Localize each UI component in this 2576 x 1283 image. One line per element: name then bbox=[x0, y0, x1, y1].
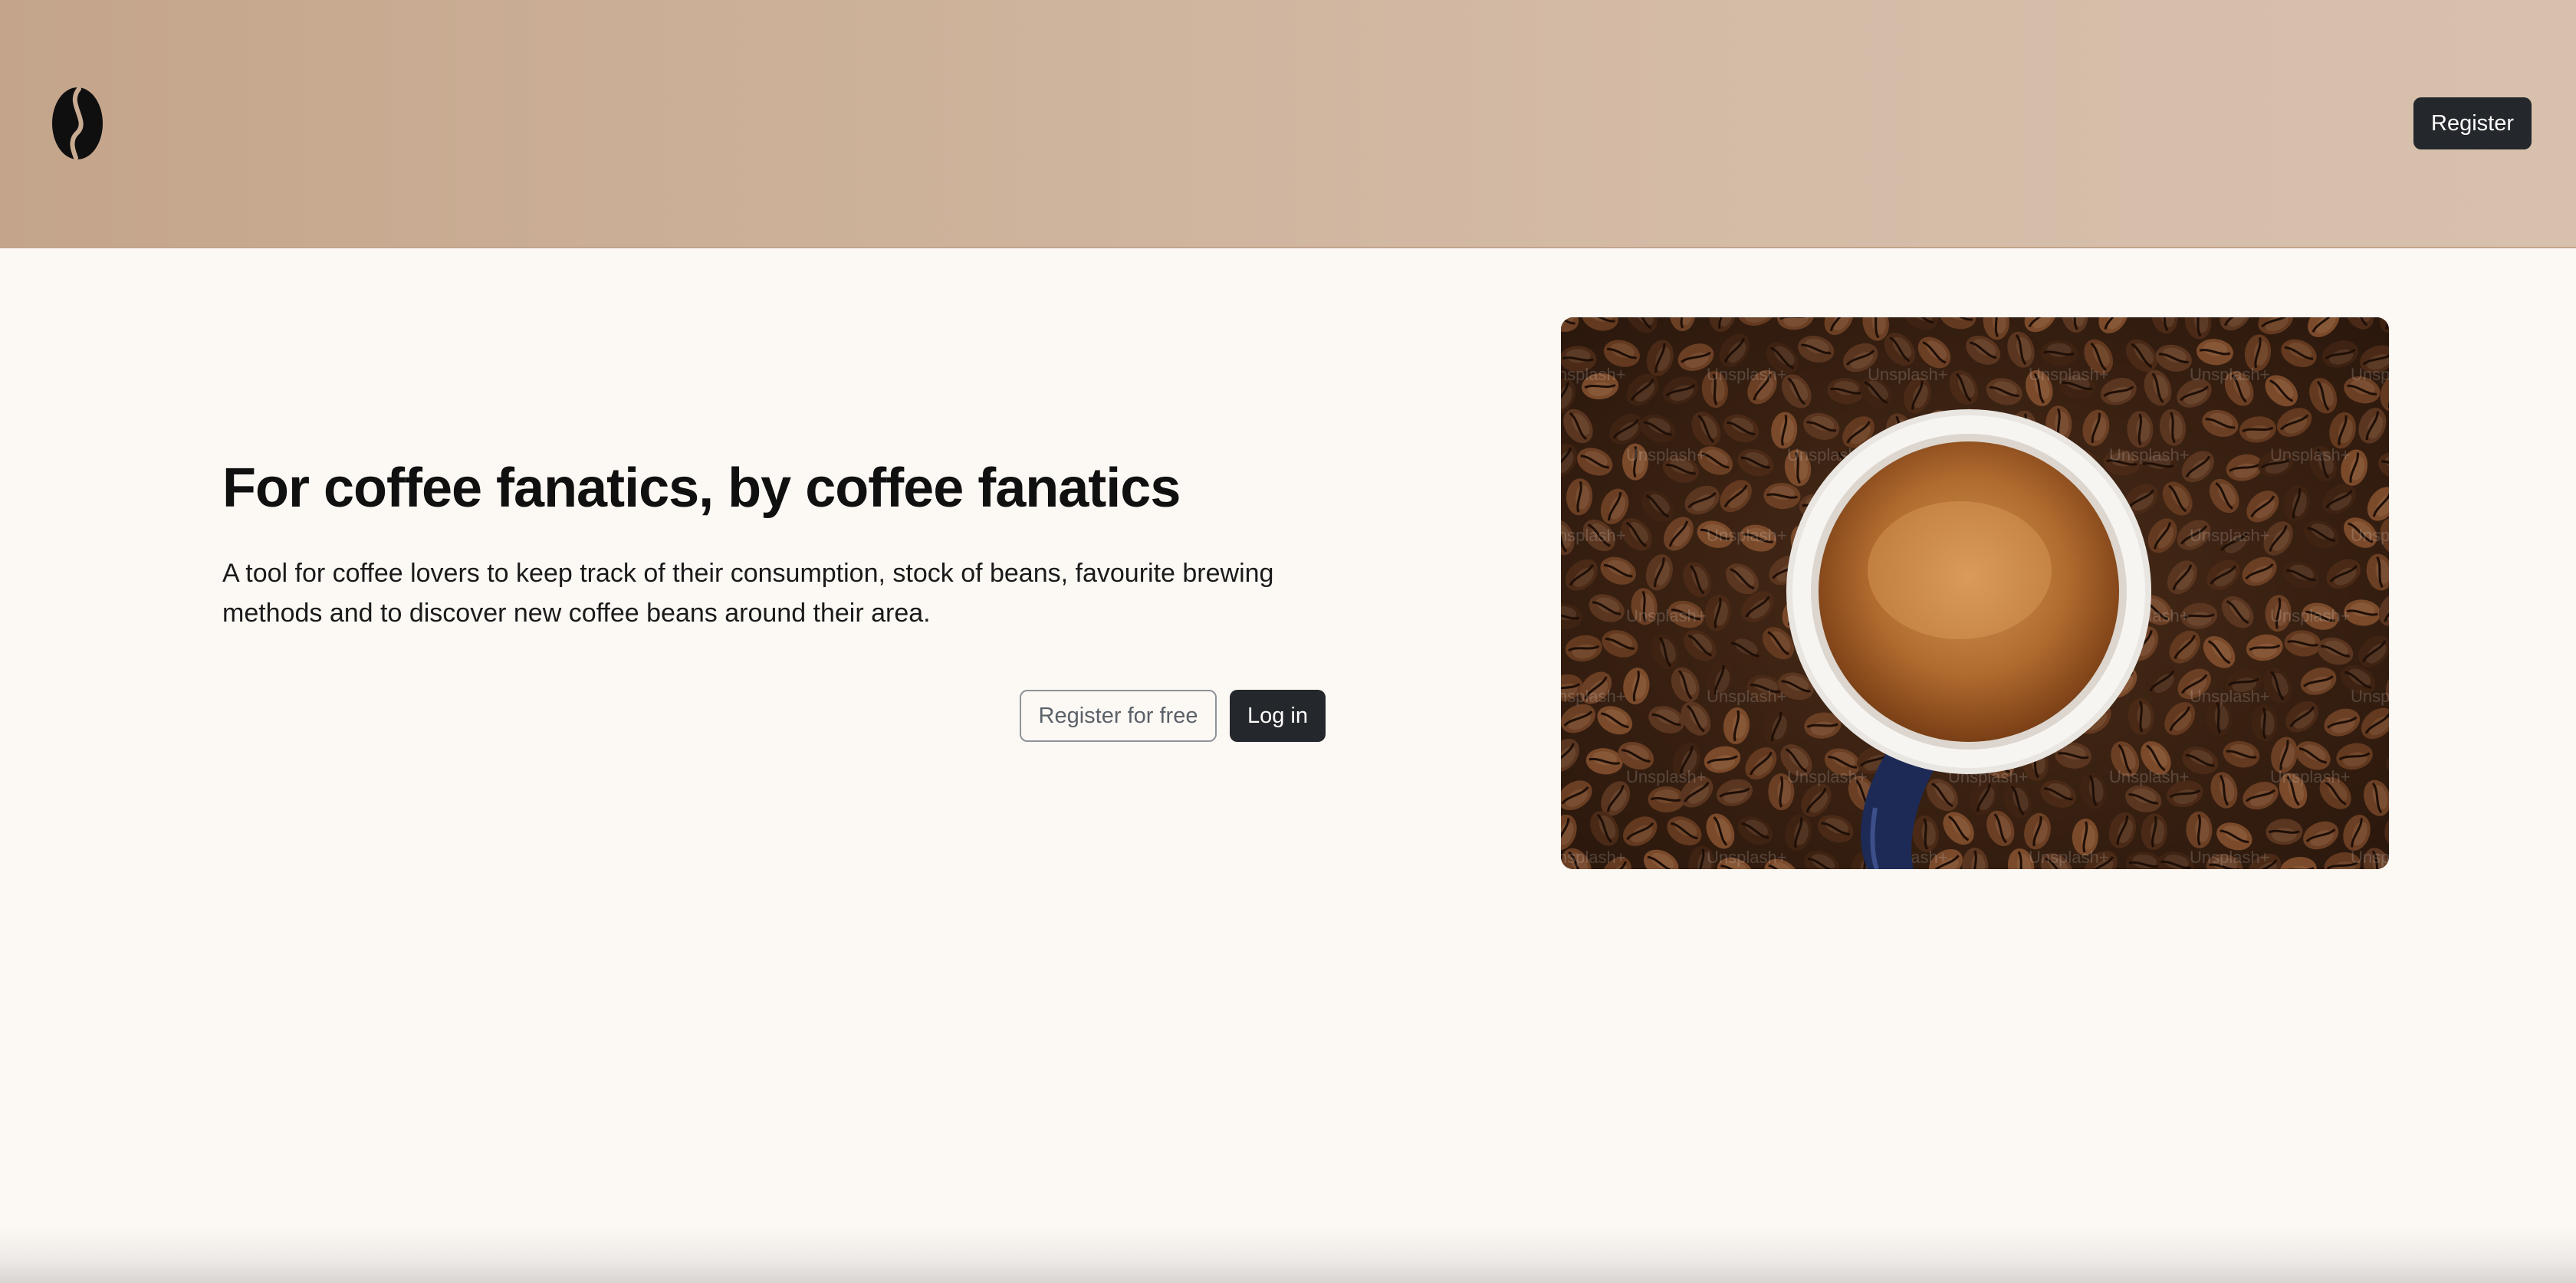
watermark-text: Unsplash+ bbox=[2109, 445, 2190, 464]
page-bottom-shadow bbox=[0, 1226, 2576, 1283]
watermark-text: Unsplash+ bbox=[2029, 848, 2109, 867]
top-navbar: Register bbox=[0, 0, 2576, 248]
watermark-text: Unsplash+ bbox=[2270, 767, 2351, 786]
watermark-text: Unsplash+ bbox=[1561, 687, 1626, 706]
watermark-text: Unsplash+ bbox=[1868, 365, 1948, 384]
watermark-text: Unsplash+ bbox=[2270, 445, 2351, 464]
watermark-text: Unsplash+ bbox=[2270, 606, 2351, 625]
watermark-text: Unsplash+ bbox=[1707, 687, 1787, 706]
watermark-text: Unsplash+ bbox=[1626, 606, 1707, 625]
coffee-cup-image: Unsplash+ Unsplash+ Unsplash+ Unsplash+ Unsp… bbox=[1561, 317, 2389, 869]
watermark-text: Unsplash+ bbox=[2351, 526, 2389, 545]
watermark-text: Unsplash+ bbox=[1707, 365, 1787, 384]
watermark-text: Unsplash+ bbox=[2190, 365, 2270, 384]
watermark-text: Unsplash+ bbox=[1561, 848, 1626, 867]
watermark-text: Unsplash+ bbox=[1787, 767, 1868, 786]
watermark-text: Unsplash+ bbox=[2190, 526, 2270, 545]
watermark-text: Unsplash+ bbox=[2351, 687, 2389, 706]
watermark-text: Unsplash+ bbox=[2190, 848, 2270, 867]
watermark-text: Unsplash+ bbox=[2351, 848, 2389, 867]
watermark-text: Unsplash+ bbox=[1707, 526, 1787, 545]
register-button[interactable]: Register bbox=[2413, 97, 2532, 149]
watermark-text: Unsplash+ bbox=[1561, 365, 1626, 384]
hero-title: For coffee fanatics, by coffee fanatics bbox=[222, 458, 1181, 519]
watermark-text: Unsplash+ bbox=[1561, 526, 1626, 545]
watermark-text: Unsplash+ bbox=[1626, 767, 1707, 786]
watermark-text: Unsplash+ bbox=[1707, 848, 1787, 867]
register-for-free-button[interactable]: Register for free bbox=[1020, 690, 1217, 742]
watermark-text: Unsplash+ bbox=[2029, 365, 2109, 384]
watermark-text: Unsplash+ bbox=[2351, 365, 2389, 384]
login-button[interactable]: Log in bbox=[1230, 690, 1326, 742]
hero-description: A tool for coffee lovers to keep track o… bbox=[222, 559, 1274, 628]
watermark-text: Unsplash+ bbox=[2109, 767, 2190, 786]
watermark-text: Unsplash+ bbox=[2190, 687, 2270, 706]
watermark-text: Unsplash+ bbox=[1626, 445, 1707, 464]
coffee-bean-icon[interactable] bbox=[51, 86, 104, 161]
